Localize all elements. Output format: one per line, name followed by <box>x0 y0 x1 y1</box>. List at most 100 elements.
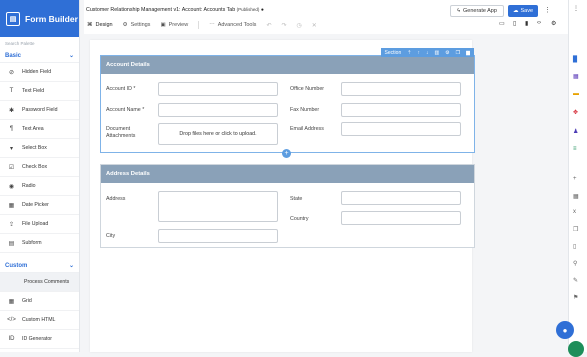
file-icon[interactable]: ▯ <box>573 243 576 250</box>
category-basic-label: Basic <box>5 52 22 59</box>
pencil-icon[interactable]: ✎ <box>573 277 578 284</box>
section-account-details[interactable]: Section ⇡ ↑ ↓ ▥ ⚙ ❐ ▆ Account Details Ac… <box>100 48 475 153</box>
undo-icon[interactable]: ↶ <box>266 22 271 29</box>
palette-item[interactable]: ¶ Text Area <box>0 120 79 139</box>
right-tool-rail: ⋮ ▉ ▦ ▬ ✥ ♟ ≡ + ▦ x ❐ ▯ ⚲ ✎ ⚑ <box>568 0 587 352</box>
palette-item[interactable]: ▦ Grid <box>0 292 79 311</box>
palette-item[interactable]: ◉ Radio <box>0 177 79 196</box>
category-basic[interactable]: Basic ⌄ <box>0 49 79 63</box>
desktop-icon[interactable]: ▭ <box>499 20 505 27</box>
field-label: State <box>290 196 303 202</box>
palette-item-label: Check Box <box>22 164 48 170</box>
tab-preview[interactable]: ▣ Preview <box>160 22 188 28</box>
generate-app-button[interactable]: ϟ Generate App <box>450 5 504 17</box>
state-input[interactable] <box>341 191 461 205</box>
add-section-button[interactable]: + <box>282 149 291 158</box>
link-icon[interactable]: ⚲ <box>573 260 577 267</box>
section-toolbar: Section ⇡ ↑ ↓ ▥ ⚙ ❐ ▆ <box>380 48 474 57</box>
form-builder-logo-icon: ▤ <box>6 11 20 26</box>
grid-menu-icon[interactable]: ⋮ <box>544 6 551 14</box>
palette-item-label: Select Box <box>22 145 47 151</box>
brand-header: ▤ Form Builder <box>0 0 79 37</box>
grid-icon: ▦ <box>8 298 15 305</box>
arrow-down-icon[interactable]: ↓ <box>426 50 429 56</box>
tab-design[interactable]: ⌘ Design <box>87 22 113 28</box>
tablet-icon[interactable]: ▯ <box>513 20 516 27</box>
palette-item-label: Text Field <box>22 88 45 94</box>
palette-item-label: Process Comments <box>24 279 70 285</box>
palette-item-label: File Upload <box>22 221 49 227</box>
columns-icon[interactable]: ▥ <box>434 50 439 56</box>
section-address-details[interactable]: Address Details Address City State Count… <box>100 164 475 248</box>
palette-item[interactable]: ▦ Date Picker <box>0 196 79 215</box>
palette-item[interactable]: Process Comments <box>0 273 79 292</box>
account-id-input[interactable] <box>158 82 278 96</box>
code-icon: </> <box>7 317 16 323</box>
advanced-tools-button[interactable]: ⋯ Advanced Tools <box>209 22 256 28</box>
preview-icon: ▣ <box>160 22 166 28</box>
palette-item[interactable]: ▾ Select Box <box>0 139 79 158</box>
workflow-icon[interactable]: ✥ <box>573 109 578 116</box>
file-drop-zone[interactable]: Drop files here or click to upload. <box>158 123 278 145</box>
address-textarea[interactable] <box>158 191 278 222</box>
account-name-input[interactable] <box>158 103 278 117</box>
palette-item[interactable]: ⇪ File Upload <box>0 215 79 234</box>
variable-icon[interactable]: x <box>573 209 576 215</box>
lightning-icon: ϟ <box>457 8 460 14</box>
email-address-input[interactable] <box>341 122 461 136</box>
palette-item-label: Custom HTML <box>22 317 56 323</box>
trash-icon[interactable]: ▆ <box>466 50 470 56</box>
palette-item-label: Date Picker <box>22 202 49 208</box>
palette-item[interactable]: T Text Field <box>0 82 79 101</box>
form-canvas: Section ⇡ ↑ ↓ ▥ ⚙ ❐ ▆ Account Details Ac… <box>90 40 475 352</box>
office-number-input[interactable] <box>341 82 461 96</box>
palette-item[interactable]: ⊘ Hidden Field <box>0 63 79 82</box>
eye-slash-icon: ⊘ <box>8 69 15 76</box>
user-icon[interactable]: ♟ <box>573 128 578 135</box>
chat-icon[interactable]: ● <box>556 321 574 339</box>
delete-icon[interactable]: ✕ <box>312 22 317 29</box>
code-icon[interactable]: ‹› <box>537 20 541 26</box>
city-input[interactable] <box>158 229 278 243</box>
save-button[interactable]: ☁ Save <box>508 5 538 17</box>
grid-icon[interactable]: ▦ <box>573 193 579 200</box>
info-icon: ● <box>260 7 264 13</box>
palette-item[interactable]: ✱ Password Field <box>0 101 79 120</box>
section-header: Account Details <box>101 56 474 74</box>
redo-icon[interactable]: ↷ <box>281 22 286 29</box>
chart-icon[interactable]: ≡ <box>573 146 577 152</box>
tab-settings[interactable]: ⚙ Settings <box>123 22 151 28</box>
category-custom[interactable]: Custom ⌄ <box>0 259 79 273</box>
chevron-down-icon: ⌄ <box>68 53 74 59</box>
history-icon[interactable]: ◷ <box>297 22 302 29</box>
apps-grid-icon[interactable]: ⋮ <box>573 5 579 12</box>
country-input[interactable] <box>341 211 461 225</box>
palette-item[interactable]: </> Custom HTML <box>0 311 79 330</box>
palette-search-input[interactable]: Search Palette <box>0 37 79 49</box>
field-label: Office Number <box>290 86 325 92</box>
avatar[interactable] <box>568 341 584 357</box>
document-icon[interactable]: ▉ <box>573 56 578 63</box>
palette-item[interactable]: ▤ Subform <box>0 234 79 253</box>
pin-icon[interactable]: ⚑ <box>573 294 578 301</box>
copy-icon[interactable]: ❐ <box>456 50 460 56</box>
fax-number-input[interactable] <box>341 103 461 117</box>
text-area-icon: ¶ <box>9 126 14 132</box>
select-box-icon: ▾ <box>9 145 13 152</box>
upload-icon: ⇪ <box>8 221 15 228</box>
settings-icon[interactable]: ⚙ <box>551 20 556 27</box>
palette-item[interactable]: ☑ Check Box <box>0 158 79 177</box>
table-icon[interactable]: ▦ <box>573 73 579 80</box>
arrow-up-icon[interactable]: ↑ <box>417 50 420 56</box>
palette-item[interactable]: ID ID Generator <box>0 330 79 349</box>
divider <box>198 21 200 29</box>
gear-icon[interactable]: ⚙ <box>445 50 449 56</box>
mobile-icon[interactable]: ▮ <box>525 20 528 27</box>
checkbox-icon: ☑ <box>8 164 15 171</box>
copy-icon[interactable]: ❐ <box>573 226 578 233</box>
move-icon[interactable]: ⇡ <box>407 50 411 56</box>
form-title: Customer Relationship Management v1: Acc… <box>86 7 264 13</box>
palette-item-label: Radio <box>22 183 36 189</box>
monitor-icon[interactable]: ▬ <box>573 91 579 97</box>
plus-icon[interactable]: + <box>573 176 577 182</box>
